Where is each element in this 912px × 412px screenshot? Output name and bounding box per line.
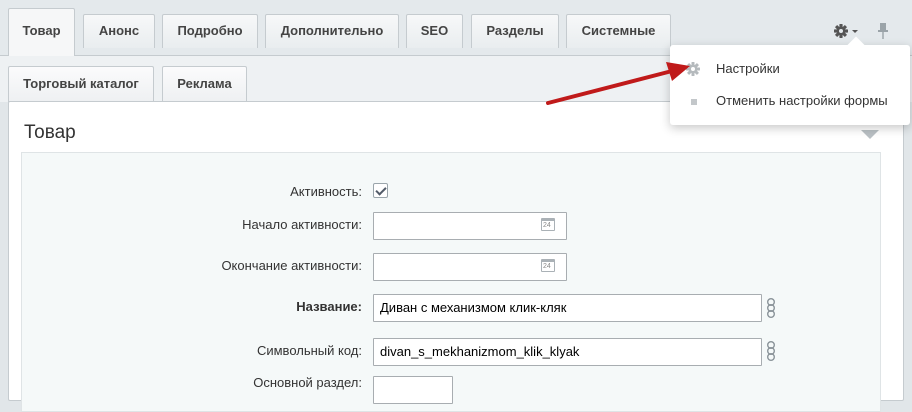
menu-item-label: Отменить настройки формы <box>716 93 888 108</box>
name-input[interactable]: Диван с механизмом клик-кляк <box>373 294 762 322</box>
calendar-icon[interactable]: 24 <box>541 218 555 231</box>
chain-link-icon[interactable] <box>766 340 776 362</box>
code-input[interactable]: divan_s_mekhanizmom_klik_klyak <box>373 338 762 366</box>
code-label: Символьный код: <box>256 343 362 358</box>
section-label: Основной раздел: <box>253 375 362 390</box>
tab-details[interactable]: Подробно <box>162 14 258 48</box>
menu-item-label: Настройки <box>716 61 780 76</box>
active-to-input[interactable] <box>373 253 567 281</box>
square-bullet-icon <box>691 99 697 105</box>
menu-item-reset-form-settings[interactable]: Отменить настройки формы <box>670 87 910 115</box>
active-label: Активность: <box>290 184 362 199</box>
pin-icon <box>878 23 888 39</box>
tab-product[interactable]: Товар <box>8 8 75 56</box>
name-label: Название: <box>296 299 362 314</box>
active-checkbox[interactable] <box>373 183 388 198</box>
pin-button[interactable] <box>874 20 892 42</box>
tab-sections[interactable]: Разделы <box>471 14 559 48</box>
settings-menu: Настройки Отменить настройки формы <box>670 45 910 125</box>
tab-trade-catalog[interactable]: Торговый каталог <box>8 66 154 102</box>
tab-additional[interactable]: Дополнительно <box>265 14 399 48</box>
active-from-label: Начало активности: <box>242 217 362 232</box>
active-to-label: Окончание активности: <box>221 258 362 273</box>
gear-icon <box>686 62 700 76</box>
panel-title: Товар <box>24 122 76 143</box>
active-from-input[interactable] <box>373 212 567 240</box>
calendar-icon[interactable]: 24 <box>541 259 555 272</box>
tab-announce[interactable]: Анонс <box>83 14 155 48</box>
chain-link-icon[interactable] <box>766 297 776 319</box>
tab-system[interactable]: Системные <box>566 14 671 48</box>
collapse-arrow-icon[interactable] <box>861 130 879 139</box>
tab-seo[interactable]: SEO <box>406 14 463 48</box>
tab-advertising[interactable]: Реклама <box>162 66 247 102</box>
menu-item-settings[interactable]: Настройки <box>670 55 910 83</box>
section-select[interactable] <box>373 376 453 404</box>
chevron-down-icon <box>852 30 858 33</box>
